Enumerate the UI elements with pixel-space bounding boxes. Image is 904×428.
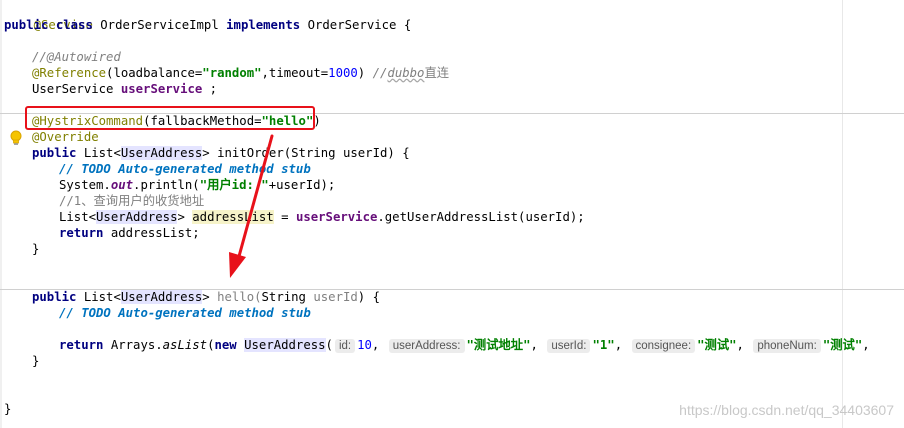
- code-line-1[interactable]: @Service: [4, 1, 93, 32]
- keyword: public: [4, 18, 49, 32]
- comment: //: [59, 162, 82, 176]
- code-line-22[interactable]: return Arrays.asList(new UserAddress(id:…: [59, 337, 870, 353]
- method-name: hello(: [209, 290, 262, 304]
- closing-brace: }: [4, 402, 12, 416]
- watermark: https://blog.csdn.net/qq_34403607: [679, 402, 894, 418]
- comment: dubbo: [387, 66, 425, 80]
- number-literal: 1000: [328, 66, 358, 80]
- code-token: Arrays.: [103, 338, 163, 352]
- code-token: +userId);: [268, 178, 336, 192]
- keyword: public: [32, 146, 77, 160]
- closing-brace: }: [32, 242, 40, 256]
- code-token: String userId) {: [291, 146, 410, 160]
- parameter-hint: consignee:: [631, 339, 696, 353]
- code-token: .getUserAddressList(userId);: [377, 210, 585, 224]
- code-token: ;: [202, 82, 218, 96]
- keyword: return: [59, 226, 104, 240]
- code-token: (: [325, 338, 333, 352]
- code-token: ) {: [357, 290, 380, 304]
- code-token: >: [202, 146, 210, 160]
- code-line-10[interactable]: public List<UserAddress> initOrder(Strin…: [32, 145, 410, 161]
- keyword: return: [59, 338, 104, 352]
- parameter-hint: phoneNum:: [753, 339, 821, 353]
- string-literal: "1": [592, 338, 615, 352]
- parameter-name: userId: [313, 290, 358, 304]
- code-line-9[interactable]: @Override: [32, 129, 99, 145]
- code-token: (loadbalance=: [106, 66, 203, 80]
- code-line-23[interactable]: }: [32, 353, 39, 369]
- static-field: out: [110, 178, 134, 192]
- code-token: List<: [83, 146, 121, 160]
- static-method: asList: [162, 338, 208, 352]
- interface-name: OrderService {: [307, 18, 412, 32]
- comment: //: [372, 66, 388, 80]
- type-name: UserAddress: [244, 338, 326, 352]
- code-line-20[interactable]: // TODO Auto-generated method stub: [59, 305, 311, 321]
- code-line-5[interactable]: @Reference(loadbalance="random",timeout=…: [32, 65, 449, 81]
- code-editor[interactable]: @Service public class OrderServiceImpl i…: [0, 0, 904, 428]
- class-name: OrderServiceImpl: [100, 18, 219, 32]
- parameter-hint: id:: [334, 339, 356, 353]
- code-token: String: [261, 290, 314, 304]
- gutter: [0, 0, 2, 428]
- keyword: new: [214, 338, 237, 352]
- keyword: class: [55, 18, 93, 32]
- string-literal: "random": [202, 66, 262, 80]
- code-line-15[interactable]: return addressList;: [59, 225, 200, 241]
- code-line-16[interactable]: }: [32, 241, 39, 257]
- number-literal: 10: [357, 338, 372, 352]
- string-literal: "用户id: ": [199, 178, 269, 192]
- code-token: .println(: [133, 178, 200, 192]
- keyword: implements: [226, 18, 301, 32]
- string-literal: "测试地址": [466, 338, 531, 352]
- todo-comment: TODO Auto-generated method stub: [81, 306, 311, 320]
- comment: //: [59, 306, 82, 320]
- code-token: >: [177, 210, 193, 224]
- method-name: initOrder(: [209, 146, 292, 160]
- field-name: userService: [295, 210, 378, 224]
- code-token: addressList;: [103, 226, 200, 240]
- type-name: UserAddress: [96, 210, 178, 224]
- code-line-4[interactable]: //@Autowired: [32, 49, 121, 65]
- code-token: List<: [83, 290, 121, 304]
- keyword: public: [32, 290, 77, 304]
- string-literal: "测试": [697, 338, 737, 352]
- local-variable: addressList: [192, 210, 274, 224]
- code-line-13[interactable]: //1、查询用户的收货地址: [59, 193, 204, 209]
- code-line-12[interactable]: System.out.println("用户id: "+userId);: [59, 177, 335, 193]
- type-name: UserService: [32, 82, 114, 96]
- todo-comment: TODO Auto-generated method stub: [81, 162, 311, 176]
- code-token: =: [273, 210, 296, 224]
- code-line-6[interactable]: UserService userService ;: [32, 81, 217, 97]
- code-line-2[interactable]: public class OrderServiceImpl implements…: [4, 17, 411, 33]
- annotation-override: @Override: [32, 130, 99, 144]
- code-line-14[interactable]: List<UserAddress> addressList = userServ…: [59, 209, 585, 225]
- annotation-highlight-box: [25, 106, 315, 130]
- code-line-26[interactable]: }: [4, 401, 11, 417]
- parameter-hint: userId:: [547, 339, 591, 353]
- type-name: UserAddress: [120, 290, 203, 304]
- parameter-hint: userAddress:: [388, 339, 465, 353]
- code-token: >: [202, 290, 210, 304]
- annotation-reference: @Reference: [32, 66, 107, 80]
- field-name: userService: [120, 82, 203, 96]
- type-name: UserAddress: [120, 146, 203, 160]
- code-token: ): [357, 66, 373, 80]
- code-token: System.: [59, 178, 111, 192]
- right-margin-guide: [842, 0, 843, 428]
- lightbulb-icon[interactable]: [9, 130, 23, 146]
- string-literal: "测试": [822, 338, 863, 352]
- code-token: ,timeout=: [261, 66, 329, 80]
- comment: //@Autowired: [32, 50, 121, 64]
- code-line-19[interactable]: public List<UserAddress> hello(String us…: [32, 289, 380, 305]
- comment: 直连: [424, 66, 450, 80]
- code-line-11[interactable]: // TODO Auto-generated method stub: [59, 161, 311, 177]
- closing-brace: }: [32, 354, 40, 368]
- code-token: List<: [59, 210, 97, 224]
- comment: //1、查询用户的收货地址: [59, 194, 205, 208]
